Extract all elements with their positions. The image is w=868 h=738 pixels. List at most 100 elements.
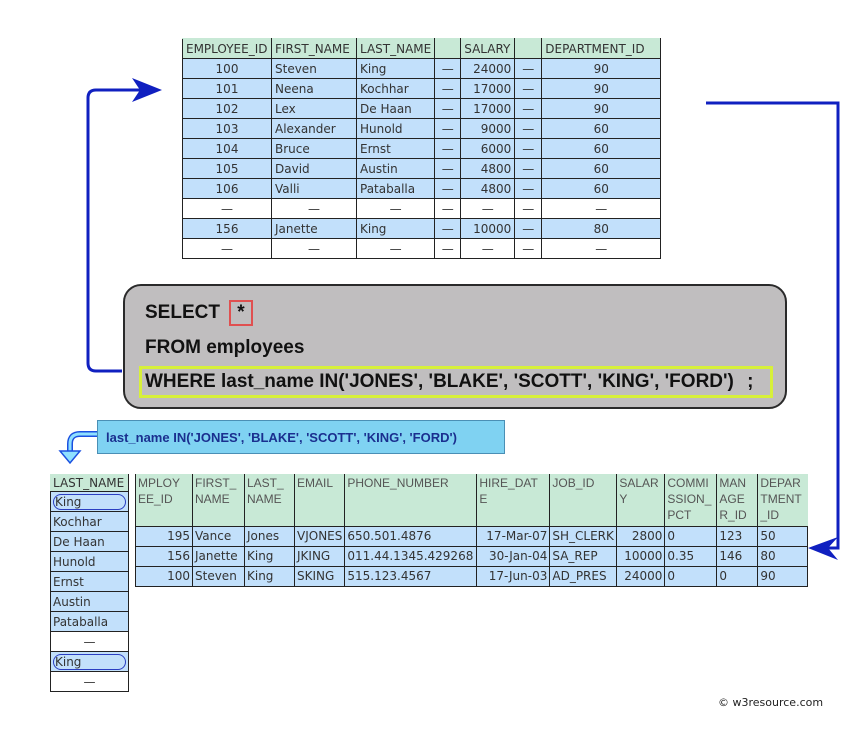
col-last-name: LAST_NAME — [50, 474, 129, 492]
callout-arrow-head — [58, 450, 82, 465]
cell-first-name: Valli — [271, 178, 357, 199]
cell-gap-2: — — [514, 118, 543, 139]
col-commission-pct: COMMI SSION_ PCT — [664, 474, 717, 526]
cell-gap-2: — — [514, 58, 543, 79]
table-row: Austin — [50, 591, 129, 612]
table-row: — — — — — — — — [182, 198, 662, 219]
col-salary: SALARY — [460, 38, 516, 59]
cell-department-id: 60 — [541, 138, 662, 159]
cell-last-name: — — [355, 238, 436, 259]
cell-salary: 17000 — [460, 78, 516, 99]
table-row: 105 David Austin —4800—60 — [182, 158, 662, 179]
table-row: — — [50, 671, 129, 692]
match-highlight-oval: King — [53, 653, 126, 670]
cell-salary: — — [460, 238, 516, 259]
cell-last-name: Hunold — [50, 551, 129, 572]
table-row: King — [50, 491, 129, 512]
cell-salary: 10000 — [460, 218, 516, 239]
table-row: 156 Janette King —10000—80 — [182, 218, 662, 239]
cell-department-id: 60 — [541, 158, 662, 179]
sql-where-clause: WHERE last_name IN('JONES', 'BLAKE', 'SC… — [145, 371, 734, 392]
col-employee-id: EMPLOYEE_ID — [182, 38, 272, 59]
cell-last-name: Ernst — [355, 138, 436, 159]
cell-department-id: 50 — [757, 525, 809, 547]
col-salary: SALAR Y — [616, 474, 665, 526]
table-header-row: MPLOY EE_ID FIRST_ NAME LAST_ NAME EMAIL PHO… — [135, 474, 808, 526]
table-row: 103 Alexander Hunold —9000—60 — [182, 118, 662, 139]
cell-manager-id: 123 — [716, 525, 759, 547]
cell-salary: 6000 — [460, 138, 516, 159]
copyright-notice: © w3resource.com — [718, 696, 824, 709]
cell-gap-2: — — [514, 238, 543, 259]
cell-employee-id: — — [182, 198, 272, 219]
cell-last-name: De Haan — [355, 98, 436, 119]
cell-employee-id: 105 — [182, 158, 272, 179]
cell-last-name: King — [355, 218, 436, 239]
cell-last-name: — — [50, 671, 129, 692]
cell-employee-id: 102 — [182, 98, 272, 119]
sql-select-line: SELECT * — [145, 300, 253, 326]
cell-gap-2: — — [514, 138, 543, 159]
cell-last-name: Austin — [355, 158, 436, 179]
table-row: De Haan — [50, 531, 129, 552]
col-email: EMAIL — [293, 474, 345, 526]
cell-salary: 10000 — [616, 545, 666, 567]
cell-salary: 24000 — [616, 565, 666, 587]
cell-department-id: — — [541, 238, 662, 259]
cell-gap-1: — — [434, 58, 462, 79]
cell-salary: 17000 — [460, 98, 516, 119]
cell-last-name: Jones — [244, 525, 295, 547]
table-row: 100 Steven King SKING 515.123.4567 17-Jun-03 A… — [135, 565, 809, 587]
cell-last-name: Kochhar — [355, 78, 436, 99]
cell-last-name: Ernst — [50, 571, 129, 592]
col-gap-1 — [434, 38, 462, 59]
table-row: King — [50, 651, 129, 672]
condition-callout: last_name IN('JONES', 'BLAKE', 'SCOTT', … — [97, 420, 505, 454]
cell-first-name: Lex — [271, 98, 357, 119]
cell-manager-id: 0 — [716, 565, 759, 587]
cell-last-name: King — [244, 545, 295, 567]
table-header-row: LAST_NAME — [50, 474, 129, 492]
cell-last-name: King — [244, 565, 295, 587]
cell-salary: 4800 — [460, 178, 516, 199]
cell-last-name: Kochhar — [50, 511, 129, 532]
cell-first-name: — — [271, 238, 357, 259]
cell-hire-date: 17-Mar-07 — [476, 525, 551, 547]
cell-manager-id: 146 — [716, 545, 759, 567]
col-job-id: JOB_ID — [549, 474, 617, 526]
table-row: 104 Bruce Ernst —6000—60 — [182, 138, 662, 159]
cell-gap-1: — — [434, 198, 462, 219]
cell-employee-id: 103 — [182, 118, 272, 139]
cell-salary: 9000 — [460, 118, 516, 139]
cell-last-name: Pataballa — [355, 178, 436, 199]
sql-star-highlight: * — [229, 300, 253, 326]
cell-last-name: King — [50, 491, 129, 512]
table-row: 100 Steven King —24000—90 — [182, 58, 662, 79]
col-department-id: DEPARTMENT_ID — [541, 38, 662, 59]
cell-department-id: 80 — [757, 545, 809, 567]
cell-phone-number: 650.501.4876 — [344, 525, 478, 547]
cell-employee-id: 156 — [182, 218, 272, 239]
cell-first-name: Janette — [192, 545, 245, 567]
cell-email: SKING — [293, 565, 346, 587]
sql-semicolon: ; — [747, 371, 754, 392]
cell-employee-id: 106 — [182, 178, 272, 199]
cell-employee-id: — — [182, 238, 272, 259]
table-row: — — — — — — — — [182, 238, 662, 259]
sql-select-keyword: SELECT — [145, 302, 220, 323]
col-employee-id: MPLOY EE_ID — [135, 474, 193, 526]
cell-last-name: — — [355, 198, 436, 219]
col-first-name: FIRST_NAME — [271, 38, 357, 59]
cell-hire-date: 17-Jun-03 — [476, 565, 551, 587]
sql-from-line: FROM employees — [145, 337, 305, 358]
employees-source-table: EMPLOYEE_ID FIRST_NAME LAST_NAME SALARY … — [182, 38, 662, 259]
cell-email: VJONES — [293, 525, 346, 547]
cell-gap-1: — — [434, 138, 462, 159]
cell-gap-2: — — [514, 98, 543, 119]
table-row: 195 Vance Jones VJONES 650.501.4876 17-Mar-07… — [135, 525, 809, 547]
cell-employee-id: 156 — [135, 545, 193, 567]
cell-last-name: Pataballa — [50, 611, 129, 632]
col-department-id: DEPAR TMENT _ID — [757, 474, 808, 526]
cell-department-id: 60 — [541, 178, 662, 199]
cell-department-id: 80 — [541, 218, 662, 239]
